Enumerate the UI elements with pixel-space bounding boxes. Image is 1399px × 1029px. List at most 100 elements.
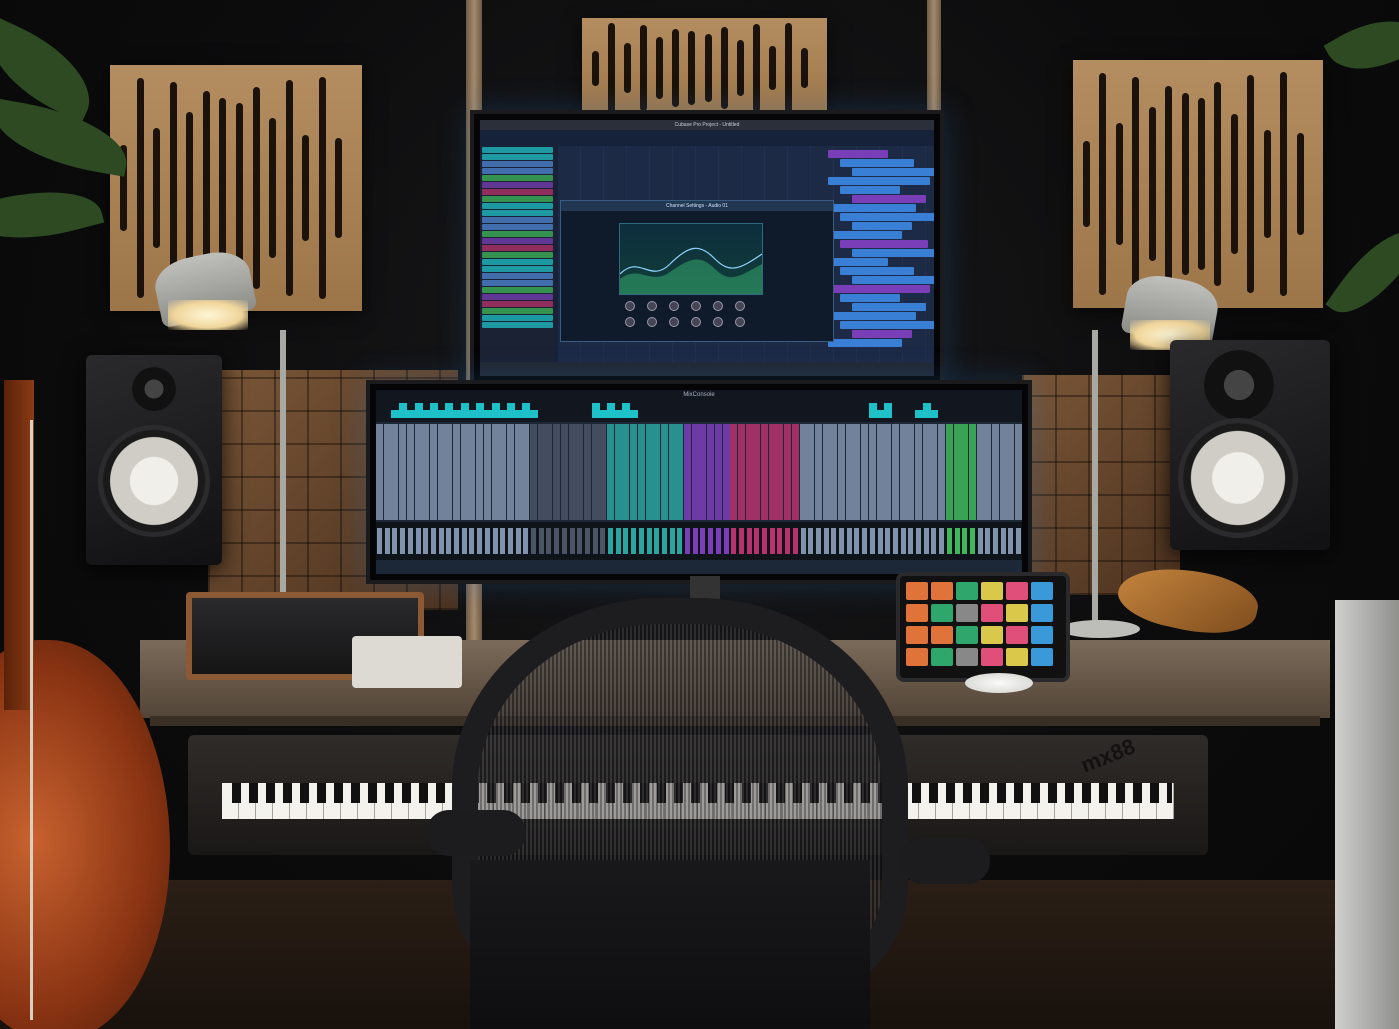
mixer-fader-row[interactable]	[376, 522, 1022, 560]
mixer-channel-strip[interactable]	[699, 424, 707, 520]
track-header[interactable]	[482, 238, 553, 244]
channel-fader[interactable]	[823, 528, 829, 554]
mixer-channel-strip[interactable]	[383, 424, 391, 520]
mixer-channel-strip[interactable]	[884, 424, 892, 520]
mixer-channel-strip[interactable]	[745, 424, 753, 520]
tablet-pad[interactable]	[1031, 626, 1053, 644]
mixer-channel-strip[interactable]	[537, 424, 545, 520]
mixer-channel-strip[interactable]	[938, 424, 946, 520]
mixer-channel-strip[interactable]	[645, 424, 653, 520]
midi-controller[interactable]	[352, 636, 462, 688]
channel-fader[interactable]	[477, 528, 483, 554]
audio-clip[interactable]	[828, 177, 930, 185]
channel-fader[interactable]	[762, 528, 767, 554]
channel-fader[interactable]	[962, 528, 968, 554]
track-header[interactable]	[482, 196, 553, 202]
mixer-channel-strip[interactable]	[730, 424, 738, 520]
mixer-channel-strip[interactable]	[553, 424, 561, 520]
channel-fader[interactable]	[515, 528, 521, 554]
mixer-channel-strip[interactable]	[891, 424, 899, 520]
channel-fader[interactable]	[815, 528, 821, 554]
eq-knob[interactable]	[625, 317, 635, 327]
mixer-channel-strip[interactable]	[414, 424, 422, 520]
mixer-channel-strip[interactable]	[391, 424, 399, 520]
track-header[interactable]	[482, 287, 553, 293]
tablet-pad[interactable]	[1031, 582, 1053, 600]
channel-fader[interactable]	[392, 528, 398, 554]
channel-fader[interactable]	[561, 528, 567, 554]
mixer-channel-strip[interactable]	[968, 424, 976, 520]
channel-fader[interactable]	[877, 528, 883, 554]
mixer-channel-strip[interactable]	[599, 424, 607, 520]
audio-clip[interactable]	[840, 321, 934, 329]
mixer-channel-strip[interactable]	[845, 424, 853, 520]
mixer-channel-strip[interactable]	[445, 424, 453, 520]
track-header[interactable]	[482, 315, 553, 321]
audio-clip[interactable]	[828, 285, 930, 293]
mixer-channel-strip[interactable]	[499, 424, 507, 520]
track-header[interactable]	[482, 301, 553, 307]
mixer-channel-strip[interactable]	[999, 424, 1007, 520]
channel-fader[interactable]	[438, 528, 444, 554]
track-header[interactable]	[482, 280, 553, 286]
mixer-channel-strip[interactable]	[583, 424, 591, 520]
mixer-channel-strip[interactable]	[676, 424, 684, 520]
tablet-pad[interactable]	[931, 648, 953, 666]
mixer-channel-strip[interactable]	[791, 424, 799, 520]
eq-knob[interactable]	[669, 317, 679, 327]
mixer-channel-strip[interactable]	[630, 424, 638, 520]
channel-fader[interactable]	[1008, 528, 1014, 554]
mixer-channel-strip[interactable]	[514, 424, 522, 520]
channel-fader[interactable]	[854, 528, 860, 554]
channel-fader[interactable]	[800, 528, 806, 554]
channel-fader[interactable]	[415, 528, 421, 554]
channel-fader[interactable]	[931, 528, 937, 554]
channel-fader[interactable]	[492, 528, 498, 554]
channel-fader[interactable]	[746, 528, 752, 554]
eq-knob[interactable]	[691, 301, 701, 311]
track-header[interactable]	[482, 161, 553, 167]
channel-fader[interactable]	[661, 528, 667, 554]
eq-knob[interactable]	[669, 301, 679, 311]
mixer-channel-strip[interactable]	[437, 424, 445, 520]
channel-fader[interactable]	[808, 528, 814, 554]
tablet-controller[interactable]	[896, 572, 1070, 682]
channel-fader[interactable]	[969, 528, 975, 554]
track-header[interactable]	[482, 203, 553, 209]
channel-fader[interactable]	[400, 528, 406, 554]
daw-project-window[interactable]: Cubase Pro Project - Untitled Channel Se…	[480, 120, 934, 376]
mixer-channel-strip[interactable]	[992, 424, 999, 520]
tablet-pad[interactable]	[931, 626, 953, 644]
eq-knob[interactable]	[691, 317, 701, 327]
channel-fader[interactable]	[423, 528, 429, 554]
eq-knob[interactable]	[625, 301, 635, 311]
channel-fader[interactable]	[846, 528, 852, 554]
channel-fader[interactable]	[377, 528, 382, 554]
mixer-channel-strip[interactable]	[945, 424, 953, 520]
mixer-channel-strip[interactable]	[545, 424, 553, 520]
track-header[interactable]	[482, 175, 553, 181]
track-header[interactable]	[482, 259, 553, 265]
mixer-channel-strip[interactable]	[530, 424, 537, 520]
track-header[interactable]	[482, 308, 553, 314]
track-list[interactable]	[480, 146, 555, 362]
channel-fader[interactable]	[454, 528, 459, 554]
mixer-channel-strip[interactable]	[853, 424, 861, 520]
tablet-pad[interactable]	[1006, 648, 1028, 666]
mixer-channel-strip[interactable]	[907, 424, 915, 520]
mixer-channel-strip[interactable]	[838, 424, 845, 520]
mixer-channel-strip[interactable]	[707, 424, 715, 520]
tablet-pad[interactable]	[906, 604, 928, 622]
mixer-channel-strip[interactable]	[830, 424, 838, 520]
mixer-channel-strip[interactable]	[522, 424, 530, 520]
mixer-channel-strip[interactable]	[422, 424, 430, 520]
channel-fader[interactable]	[507, 528, 513, 554]
audio-clip[interactable]	[852, 168, 934, 176]
mixer-channel-strip[interactable]	[915, 424, 922, 520]
channel-fader[interactable]	[715, 528, 721, 554]
mixer-channel-strip[interactable]	[591, 424, 599, 520]
mixer-channel-strip[interactable]	[660, 424, 668, 520]
track-header[interactable]	[482, 154, 553, 160]
channel-fader[interactable]	[623, 528, 629, 554]
track-header[interactable]	[482, 322, 553, 328]
